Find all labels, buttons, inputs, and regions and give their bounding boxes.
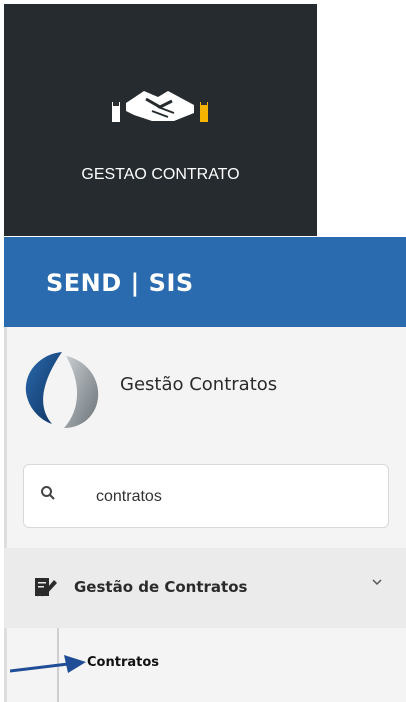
- contract-sign-icon: [35, 578, 57, 597]
- app-title: Gestão Contratos: [120, 374, 278, 395]
- search-icon: [41, 486, 55, 500]
- menu-group-label: Gestão de Contratos: [74, 578, 248, 596]
- brand-title: SEND | SIS: [46, 269, 194, 297]
- app-logo: [25, 352, 99, 428]
- menu-group-gestao-de-contratos[interactable]: Gestão de Contratos: [4, 548, 406, 628]
- tile-label: GESTAO CONTRATO: [81, 166, 240, 183]
- search-input[interactable]: [96, 483, 376, 511]
- sidebar-edge: [4, 327, 7, 702]
- app-header: SEND | SIS: [4, 237, 406, 327]
- annotation-arrow-icon: [10, 655, 86, 673]
- handshake-icon: [112, 91, 208, 122]
- chevron-down-icon[interactable]: [371, 577, 383, 587]
- search-box[interactable]: [23, 464, 389, 528]
- module-tile-gestao-contrato[interactable]: GESTAO CONTRATO: [4, 4, 317, 236]
- menu-item-contratos[interactable]: Contratos: [87, 655, 159, 670]
